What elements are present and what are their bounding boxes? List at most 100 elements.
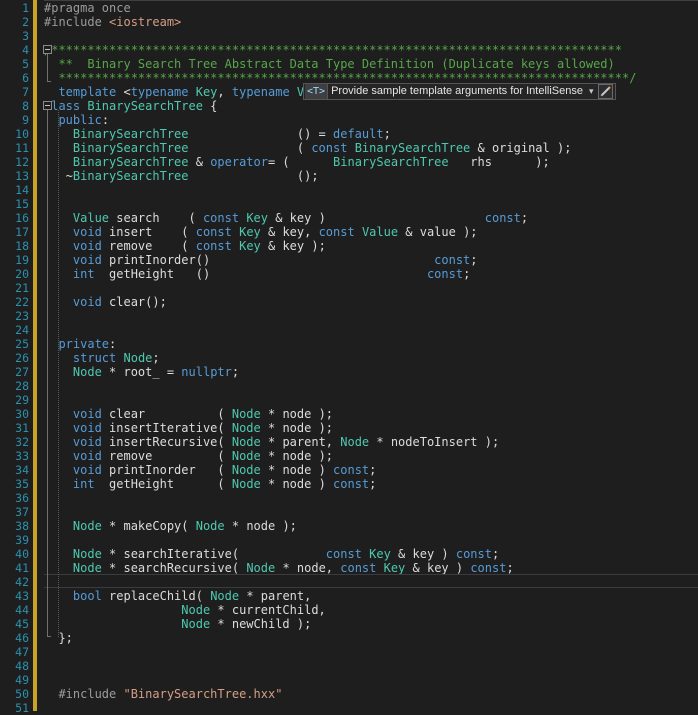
code-line[interactable]: BinarySearchTree ( const BinarySearchTre… [44,141,572,155]
code-token: once [101,1,131,15]
code-line[interactable]: int getHeight ( Node * node ) const; [44,477,376,491]
code-token: printInorder ( [101,463,232,477]
code-editor[interactable]: 1 2 3 4 5 6 7 8 9 10 11 12 13 14 15 16 17 18 19 20 21 22 23 24 2… [0,0,698,715]
code-line[interactable]: #include <iostream> [44,15,181,29]
code-line[interactable]: void insertRecursive( Node * parent, Nod… [44,435,499,449]
code-token: Node [181,603,211,617]
code-token: BinarySearchTree [333,155,449,169]
code-line[interactable]: bool replaceChild( Node * parent, [44,589,311,603]
code-line[interactable]: void printInorder() const; [44,253,478,267]
code-token: BinarySearchTree [72,141,189,155]
code-line[interactable]: struct Node; [44,351,160,365]
line-number: 4 [22,43,29,57]
code-line[interactable]: Value search ( const Key & key ) const; [44,211,528,225]
code-token: #include [44,15,110,29]
line-number: 17 [15,225,29,239]
code-token: ; [369,477,377,491]
code-token: remove ( [101,239,196,253]
collapse-comment-block-icon[interactable] [43,45,52,54]
collapse-class-block-icon[interactable] [43,101,52,110]
line-number: 23 [15,309,29,323]
code-line[interactable]: void remove ( Node * node ); [44,449,333,463]
line-number: 33 [15,449,29,463]
code-line[interactable]: #pragma once [44,1,131,15]
code-token: #include [44,687,124,701]
code-token: void [72,421,102,435]
code-token: const [325,547,362,561]
line-number: 18 [15,239,29,253]
code-token: struct [72,351,117,365]
code-line[interactable]: ** Binary Search Tree Abstract Data Type… [44,57,614,71]
line-number: 8 [22,99,29,113]
code-line[interactable]: void insert ( const Key & key, const Val… [44,225,478,239]
line-number: 25 [15,337,29,351]
code-token: const [202,211,240,225]
code-line[interactable]: Node * makeCopy( Node * node ); [44,519,297,533]
template-arguments-tooltip[interactable]: <T> Provide sample template arguments fo… [303,83,616,100]
code-line[interactable]: Node * newChild ); [44,617,311,631]
code-line[interactable]: BinarySearchTree () = default; [44,127,391,141]
code-token: const [195,239,232,253]
code-line[interactable]: ~BinarySearchTree (); [44,169,319,183]
code-line[interactable]: /***************************************… [44,43,622,57]
code-line[interactable]: void remove ( const Key & key ); [44,239,326,253]
code-token: replaceChild( [101,589,211,603]
code-token: BinarySearchTree [72,155,189,169]
code-line[interactable]: #include "BinarySearchTree.hxx" [44,687,282,701]
code-token: Node [231,407,261,421]
code-token: Node [246,561,276,575]
code-token: ; [520,211,529,225]
line-number: 7 [22,85,29,99]
code-text-area[interactable]: #pragma once #include <iostream>/********… [44,0,698,711]
code-token: printInorder() [101,253,435,267]
line-number: 45 [15,617,29,631]
code-token: Node [72,561,102,575]
code-line[interactable]: template <typename Key, typename Value> [44,85,340,99]
code-line[interactable]: void clear ( Node * node ); [44,407,333,421]
code-line[interactable]: int getHeight () const; [44,267,470,281]
code-line[interactable]: void insertIterative( Node * node ); [44,421,333,435]
code-line[interactable]: void clear(); [44,295,167,309]
line-number: 12 [15,155,29,169]
line-number: 46 [15,631,29,645]
code-token: * node ); [260,407,334,421]
code-line[interactable]: private: [44,337,116,351]
code-token: < [116,85,131,99]
pencil-icon[interactable] [597,84,613,99]
line-number: 24 [15,323,29,337]
code-line[interactable]: void printInorder ( Node * node ) const; [44,463,376,477]
code-token: getHeight ( [94,477,232,491]
code-token: * node ) [260,463,334,477]
chevron-down-icon[interactable]: ▾ [589,84,594,99]
code-token: <iostream> [109,15,182,29]
class-region-rule [47,110,51,637]
line-number: 37 [15,505,29,519]
code-token: : [109,337,117,351]
code-line[interactable]: public: [44,113,109,127]
code-line[interactable]: Node * searchIterative( const Key & key … [44,547,499,561]
code-token: * node, [275,561,341,575]
template-tooltip-label: Provide sample template arguments for In… [331,85,583,97]
code-line[interactable]: class BinarySearchTree { [44,99,217,113]
line-number: 44 [15,603,29,617]
code-token: Node [210,589,240,603]
code-token: & original ); [470,141,572,155]
code-token: * nodeToInsert ); [369,435,500,449]
code-token: int [72,477,95,491]
code-token: insert ( [101,225,196,239]
code-line[interactable]: BinarySearchTree & operator= ( BinarySea… [44,155,550,169]
code-line[interactable]: Node * searchRecursive( Node * node, con… [44,561,514,575]
code-token: : [101,113,110,127]
code-token: remove ( [101,449,232,463]
code-token: * parent, [260,435,341,449]
code-line[interactable]: Node * currentChild, [44,603,326,617]
code-token: ; [506,561,514,575]
code-token: template [58,85,117,99]
code-line[interactable]: Node * root_ = nullptr; [44,365,239,379]
